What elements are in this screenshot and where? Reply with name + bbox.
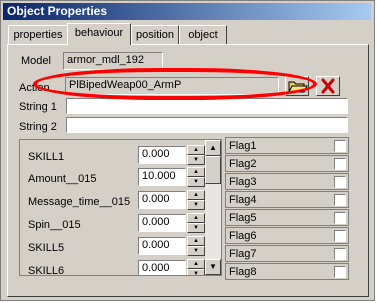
param-label: Spin__015: [28, 219, 81, 231]
spin-down-icon[interactable]: ▼: [187, 155, 205, 165]
spin-up-icon[interactable]: ▲: [187, 213, 205, 223]
flags-list: Flag1 Flag2 Flag3 Flag4 Flag5 Flag6 Flag…: [225, 137, 349, 281]
flag-checkbox[interactable]: [334, 266, 346, 278]
tab-position[interactable]: position: [131, 25, 179, 44]
flag-checkbox[interactable]: [334, 140, 346, 152]
flag-label: Flag8: [229, 266, 257, 278]
param-value[interactable]: 0.000: [138, 237, 186, 255]
param-label: SKILL6: [28, 265, 65, 275]
spin-up-icon[interactable]: ▲: [187, 167, 205, 177]
flag-row: Flag1: [225, 137, 349, 154]
flag-row: Flag4: [225, 191, 349, 208]
flag-checkbox[interactable]: [334, 248, 346, 260]
folder-open-icon: [288, 81, 308, 93]
red-x-icon: [321, 78, 335, 94]
spin-down-icon[interactable]: ▼: [187, 269, 205, 275]
flag-row: Flag2: [225, 155, 349, 172]
flag-checkbox[interactable]: [334, 158, 346, 170]
flag-checkbox[interactable]: [334, 212, 346, 224]
string1-label: String 1: [19, 101, 57, 113]
param-label: SKILL5: [28, 242, 65, 254]
param-label: Message_time__015: [28, 196, 131, 208]
param-label: SKILL1: [28, 151, 65, 163]
param-label: Amount__015: [28, 173, 97, 185]
param-spinner[interactable]: ▲ ▼: [187, 190, 205, 210]
flag-label: Flag1: [229, 140, 257, 152]
flag-checkbox[interactable]: [334, 194, 346, 206]
model-field: armor_mdl_192: [63, 52, 163, 70]
flag-label: Flag6: [229, 230, 257, 242]
params-list-content: SKILL1 0.000 ▲ ▼ Amount__015 10.000 ▲ ▼ Me…: [22, 142, 205, 275]
flag-row: Flag3: [225, 173, 349, 190]
spin-down-icon[interactable]: ▼: [187, 246, 205, 256]
window-title: Object Properties: [7, 4, 108, 18]
title-bar[interactable]: Object Properties: [3, 3, 371, 20]
flag-row: Flag8: [225, 263, 349, 280]
flag-checkbox[interactable]: [334, 230, 346, 242]
scroll-down-icon[interactable]: ▼: [205, 259, 221, 275]
param-spinner[interactable]: ▲ ▼: [187, 213, 205, 233]
flag-label: Flag2: [229, 158, 257, 170]
flag-label: Flag4: [229, 194, 257, 206]
clear-button[interactable]: [316, 76, 340, 96]
action-label: Action: [19, 82, 50, 94]
tab-object[interactable]: object: [179, 25, 227, 44]
string2-input[interactable]: [66, 117, 348, 133]
flag-row: Flag7: [225, 245, 349, 262]
params-list: SKILL1 0.000 ▲ ▼ Amount__015 10.000 ▲ ▼ Me…: [19, 139, 222, 276]
param-spinner[interactable]: ▲ ▼: [187, 145, 205, 165]
string2-label: String 2: [19, 121, 57, 133]
model-label: Model: [21, 55, 51, 67]
param-spinner[interactable]: ▲ ▼: [187, 259, 205, 275]
param-value[interactable]: 10.000: [138, 168, 186, 186]
flag-row: Flag5: [225, 209, 349, 226]
scroll-up-icon[interactable]: ▲: [205, 140, 221, 156]
flag-row: Flag6: [225, 227, 349, 244]
string1-input[interactable]: [66, 98, 348, 114]
flag-checkbox[interactable]: [334, 176, 346, 188]
object-properties-window: Object Properties properties behaviour p…: [0, 0, 375, 301]
spin-up-icon[interactable]: ▲: [187, 236, 205, 246]
spin-down-icon[interactable]: ▼: [187, 200, 205, 210]
params-scrollbar[interactable]: ▲ ▼: [205, 140, 221, 275]
param-value[interactable]: 0.000: [138, 214, 186, 232]
param-value[interactable]: 0.000: [138, 146, 186, 164]
spin-up-icon[interactable]: ▲: [187, 190, 205, 200]
tab-behaviour[interactable]: behaviour: [67, 23, 131, 45]
param-spinner[interactable]: ▲ ▼: [187, 236, 205, 256]
spin-down-icon[interactable]: ▼: [187, 177, 205, 187]
action-field[interactable]: PlBipedWeap00_ArmP: [65, 77, 279, 95]
param-value[interactable]: 0.000: [138, 260, 186, 275]
scroll-thumb[interactable]: [205, 156, 221, 184]
spin-up-icon[interactable]: ▲: [187, 145, 205, 155]
flag-label: Flag3: [229, 176, 257, 188]
spin-up-icon[interactable]: ▲: [187, 259, 205, 269]
flag-label: Flag5: [229, 212, 257, 224]
param-spinner[interactable]: ▲ ▼: [187, 167, 205, 187]
browse-button[interactable]: [285, 76, 309, 96]
flag-label: Flag7: [229, 248, 257, 260]
param-value[interactable]: 0.000: [138, 191, 186, 209]
spin-down-icon[interactable]: ▼: [187, 223, 205, 233]
tab-properties[interactable]: properties: [8, 25, 68, 44]
